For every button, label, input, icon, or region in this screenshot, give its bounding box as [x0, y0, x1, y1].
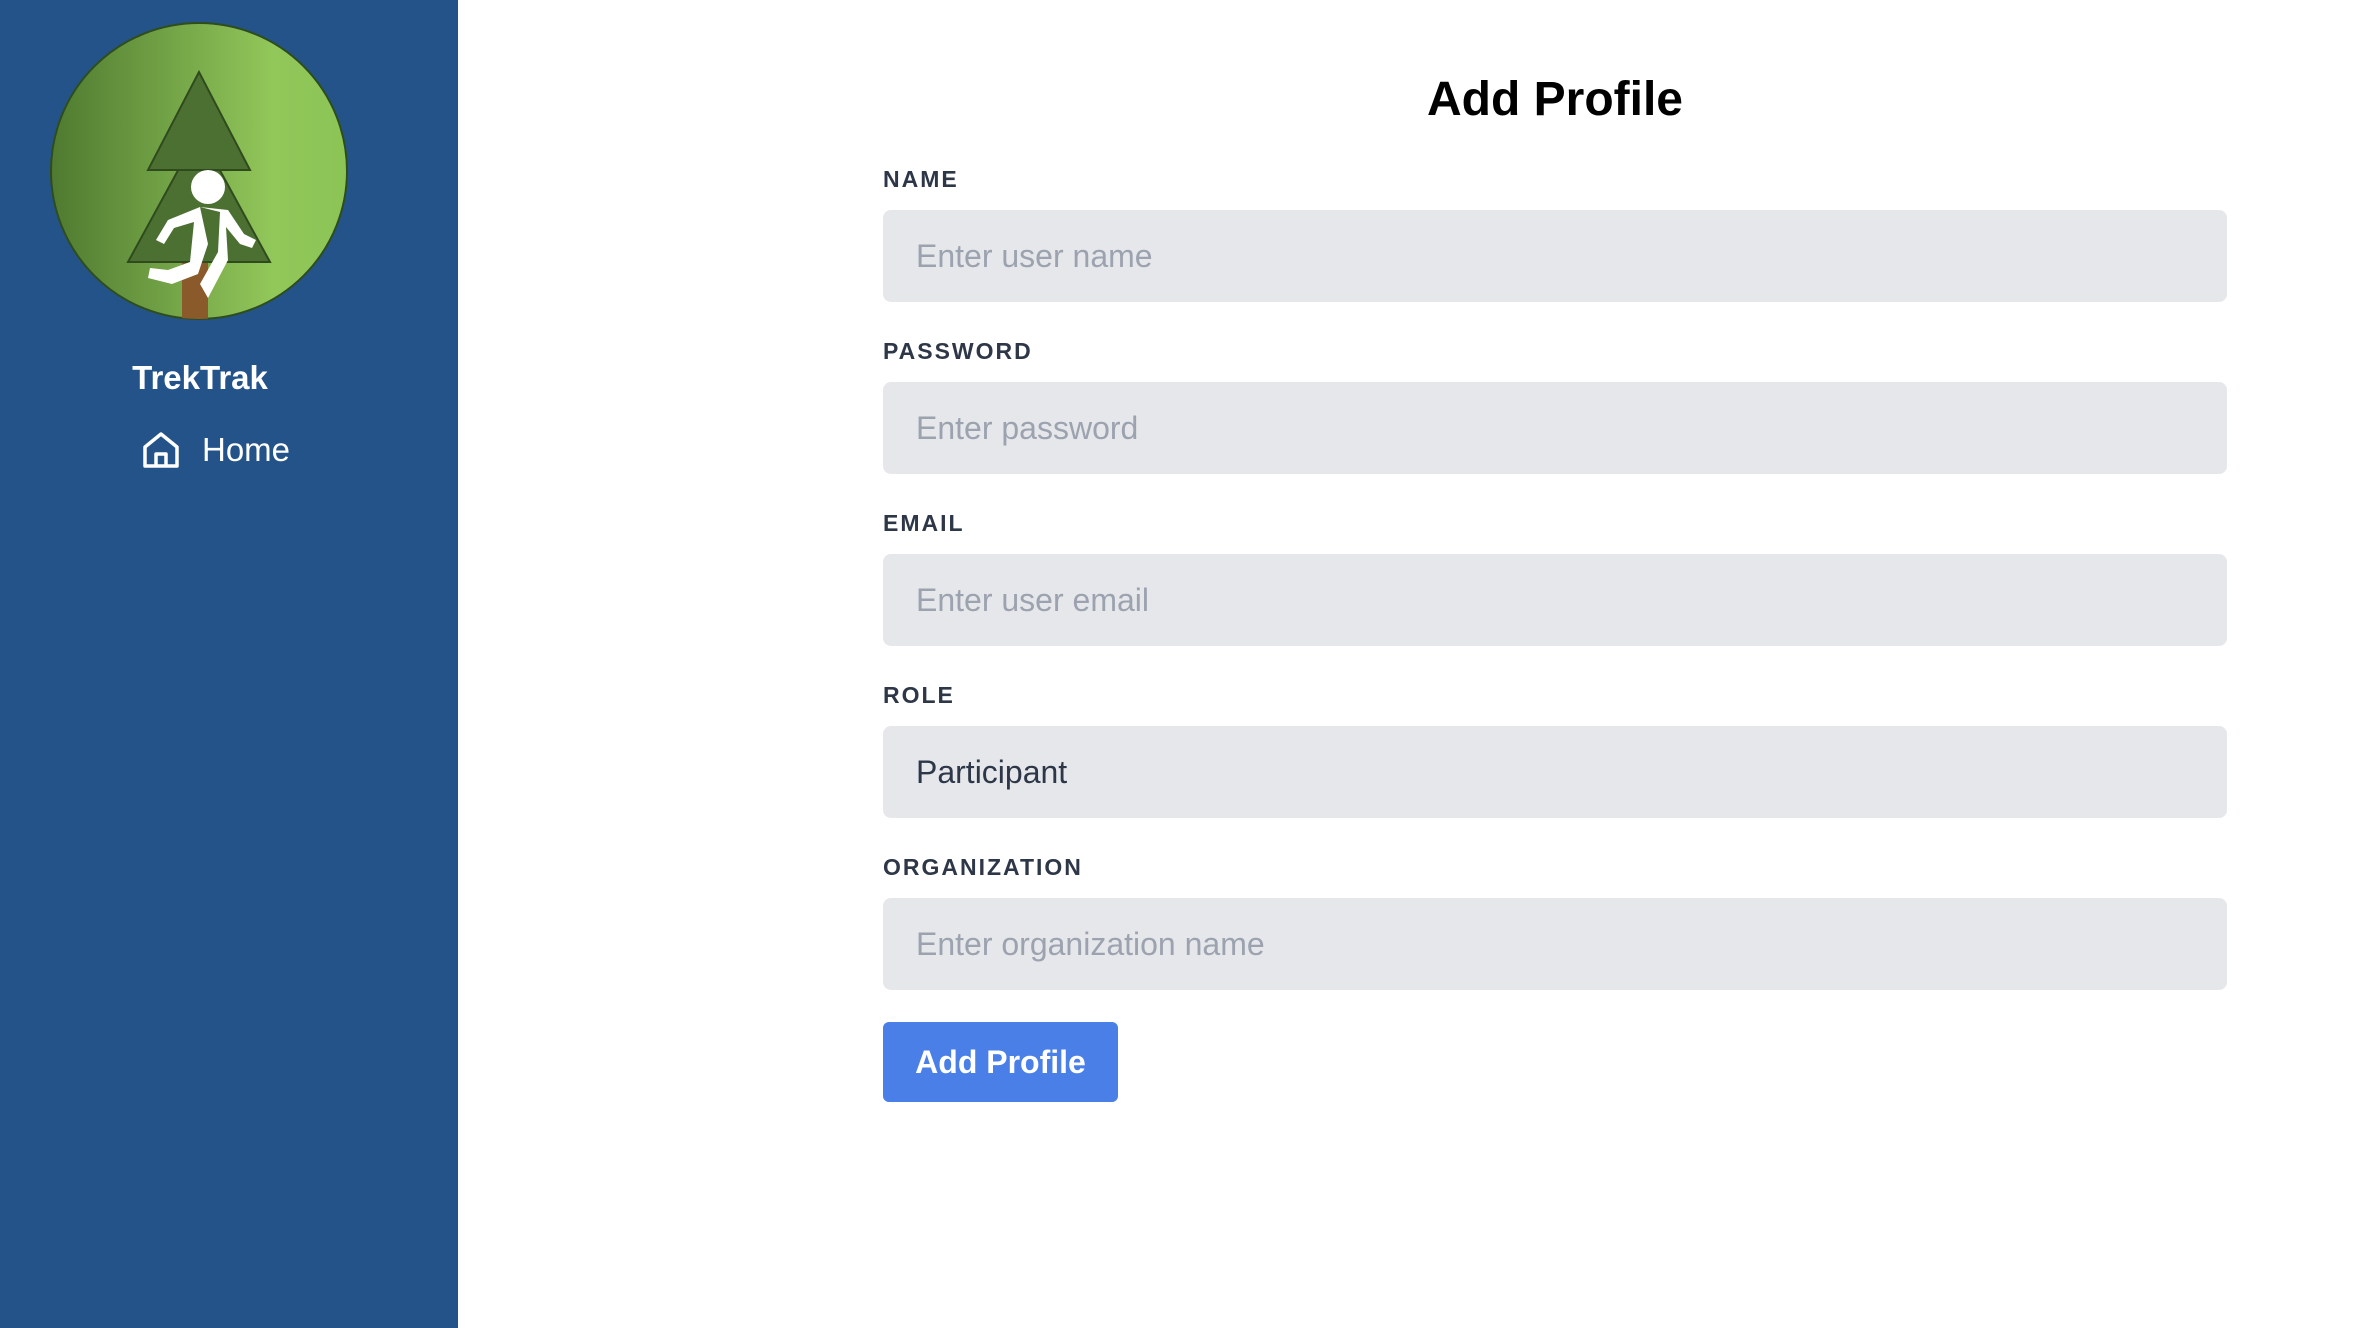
brand-name: TrekTrak — [132, 359, 268, 396]
main-content: Add Profile NAME PASSWORD EMAIL ROLE Par… — [458, 0, 2372, 1328]
password-label: PASSWORD — [883, 338, 1033, 364]
sidebar: TrekTrak Home — [0, 0, 458, 1328]
organization-field[interactable] — [883, 898, 2227, 990]
email-field[interactable] — [883, 554, 2227, 646]
add-profile-button[interactable]: Add Profile — [883, 1022, 1118, 1102]
email-label: EMAIL — [883, 510, 965, 536]
role-select[interactable]: Participant — [883, 726, 2227, 818]
role-label: ROLE — [883, 682, 955, 708]
name-label: NAME — [883, 166, 959, 192]
role-selected-value: Participant — [916, 753, 1068, 790]
password-field[interactable] — [883, 382, 2227, 474]
page-title: Add Profile — [1426, 73, 1683, 126]
organization-label: ORGANIZATION — [883, 854, 1083, 880]
hiker-tree-logo-icon — [50, 22, 348, 320]
sidebar-item-label: Home — [202, 431, 291, 468]
sidebar-item-home[interactable]: Home — [140, 426, 290, 474]
home-icon — [140, 429, 182, 471]
name-field[interactable] — [883, 210, 2227, 302]
app-root: TrekTrak Home Add Profile NAME PASSWORD … — [0, 0, 2372, 1328]
